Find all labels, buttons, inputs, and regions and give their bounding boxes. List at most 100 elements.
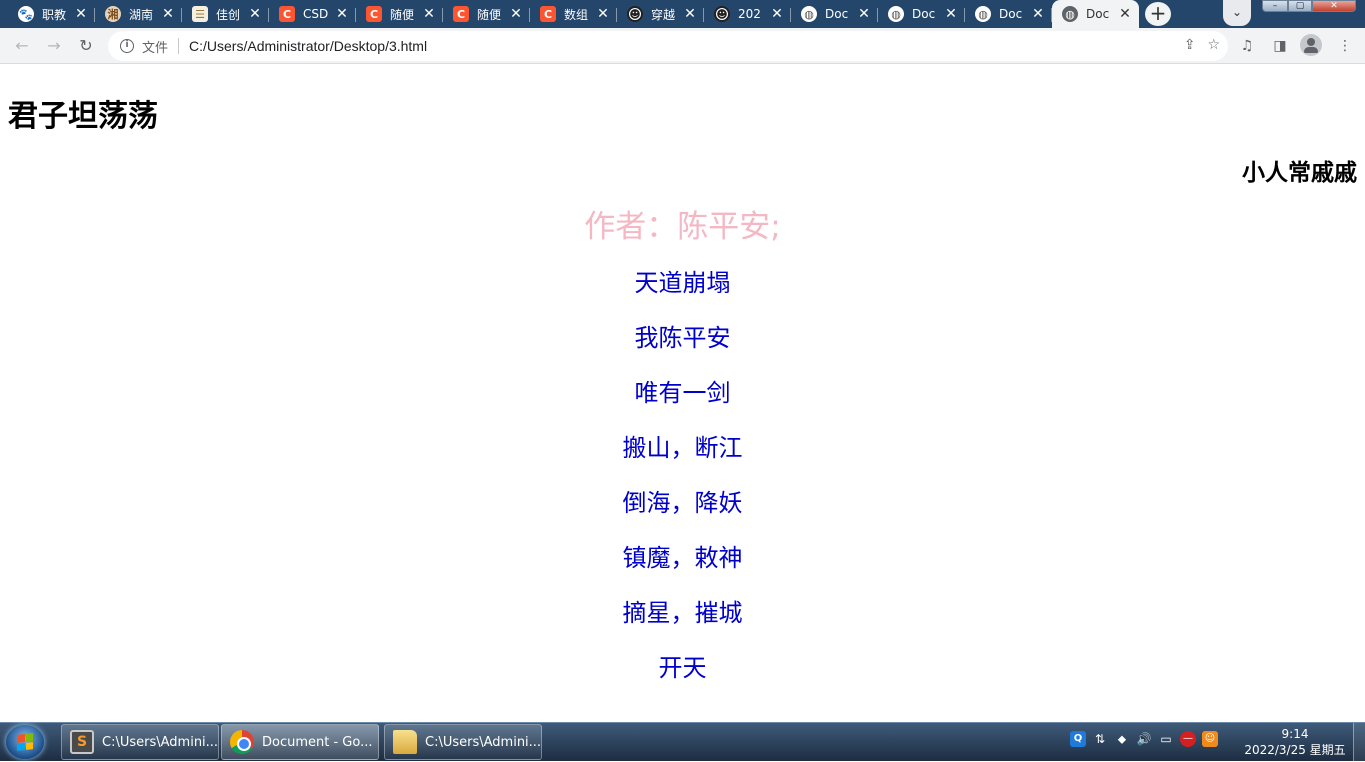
system-tray: Q ⇅ ⬥ 🔊 ▭ — ☺ — [1070, 731, 1218, 747]
tab-close-icon[interactable]: ✕ — [247, 6, 263, 22]
tab-title: 湖南 — [129, 7, 154, 22]
tab-close-icon[interactable]: ✕ — [160, 6, 176, 22]
tab-close-icon[interactable]: ✕ — [595, 6, 611, 22]
tab-title: 职教 — [42, 7, 67, 22]
blocked-tray-icon[interactable]: — — [1180, 731, 1196, 747]
action-center-icon[interactable]: ▭ — [1158, 731, 1174, 747]
taskbar-item-label: C:\Users\Admini... — [102, 734, 218, 750]
share-icon[interactable]: ⇪ — [1184, 37, 1196, 53]
browser-tab-strip: 🐾 职教 ✕ 湘湖南 ✕ ☰ 佳创 ✕ C CSD ✕ C 随便 ✕ C 随便 ✕ C 数组 ✕ ☻ 穿越 ✕ ☻ 202 ✕ ◍ D… — [0, 0, 1365, 28]
poem-line: 搬山，断江 — [622, 434, 743, 462]
tab-search-button[interactable]: ⌄ — [1223, 0, 1251, 26]
maximize-button[interactable]: ▢ — [1288, 0, 1312, 12]
tab-title: Doc — [1086, 7, 1110, 21]
browser-tab[interactable]: ◍ Doc ✕ — [965, 0, 1052, 28]
tab-title: 穿越 — [651, 7, 676, 22]
author-line: 作者：陈平安; — [584, 209, 781, 245]
clock-time: 9:14 — [1281, 727, 1309, 741]
tab-close-icon[interactable]: ✕ — [73, 6, 89, 22]
new-tab-button[interactable]: + — [1145, 2, 1171, 26]
tab-title: 202 — [738, 7, 761, 21]
browser-tab[interactable]: 湘湖南 ✕ — [95, 0, 182, 28]
browser-tab[interactable]: C 随便 ✕ — [356, 0, 443, 28]
clock-date: 2022/3/25 星期五 — [1244, 743, 1346, 757]
tab-close-icon[interactable]: ✕ — [1117, 6, 1133, 22]
media-control-icon[interactable]: ♫ — [1235, 34, 1259, 58]
csdn-icon: C — [279, 6, 295, 22]
profile-avatar-icon[interactable] — [1300, 34, 1322, 56]
tab-close-icon[interactable]: ✕ — [943, 6, 959, 22]
tab-close-icon[interactable]: ✕ — [334, 6, 350, 22]
minimize-button[interactable]: – — [1262, 0, 1288, 12]
address-bar[interactable]: i 文件 C:/Users/Administrator/Desktop/3.ht… — [108, 31, 1228, 61]
browser-tab[interactable]: ◍ Doc ✕ — [878, 0, 965, 28]
browser-tab[interactable]: ◍ Doc ✕ — [791, 0, 878, 28]
back-button[interactable]: ← — [10, 34, 34, 58]
browser-tab[interactable]: C 随便 ✕ — [443, 0, 530, 28]
tab-title: Doc — [999, 7, 1023, 21]
taskbar-item-label: C:\Users\Admini... — [425, 734, 541, 750]
url-text[interactable]: C:/Users/Administrator/Desktop/3.html — [189, 38, 427, 54]
side-panel-icon[interactable]: ◨ — [1268, 34, 1292, 58]
close-window-button[interactable]: ✕ — [1312, 0, 1356, 12]
tab-close-icon[interactable]: ✕ — [421, 6, 437, 22]
baidu-paw-icon: 🐾 — [18, 6, 34, 22]
tab-title: 随便 — [390, 7, 415, 22]
tab-close-icon[interactable]: ✕ — [1030, 6, 1046, 22]
csdn-icon: C — [540, 6, 556, 22]
reload-button[interactable]: ↻ — [74, 34, 98, 58]
heading-left: 君子坦荡荡 — [8, 99, 158, 134]
taskbar-item[interactable]: Document - Go... — [221, 724, 379, 760]
site-info-icon[interactable]: i — [120, 39, 134, 53]
volume-tray-icon[interactable]: 🔊 — [1136, 731, 1152, 747]
qq-tray-icon[interactable]: Q — [1070, 731, 1086, 747]
poem-line: 开天 — [658, 654, 707, 682]
scheme-label: 文件 — [142, 40, 169, 56]
browser-tab[interactable]: ☰ 佳创 ✕ — [182, 0, 269, 28]
heading-right: 小人常戚戚 — [1242, 160, 1357, 186]
window-controls: – ▢ ✕ — [1262, 0, 1356, 12]
taskbar-item[interactable]: S C:\Users\Admini... — [61, 724, 219, 760]
browser-tab[interactable]: 🐾 职教 ✕ — [8, 0, 95, 28]
windows-taskbar: S C:\Users\Admini... Document - Go... C:\Us… — [0, 722, 1365, 762]
tab-title: 随便 — [477, 7, 502, 22]
tab-title: Doc — [912, 7, 936, 21]
browser-tab[interactable]: C 数组 ✕ — [530, 0, 617, 28]
jiachuang-logo-icon: ☰ — [192, 6, 208, 22]
browser-tab[interactable]: C CSD ✕ — [269, 0, 356, 28]
tray-expand-icon[interactable]: ⇅ — [1092, 731, 1108, 747]
start-button[interactable] — [6, 725, 44, 759]
tab-close-icon[interactable]: ✕ — [508, 6, 524, 22]
chrome-icon — [230, 730, 254, 754]
tab-close-icon[interactable]: ✕ — [682, 6, 698, 22]
tab-title: 数组 — [564, 7, 589, 22]
show-desktop-button[interactable] — [1353, 723, 1365, 762]
dark-face-icon: ☻ — [714, 6, 730, 22]
taskbar-item-label: Document - Go... — [262, 734, 373, 750]
app-tray-icon[interactable]: ☺ — [1202, 731, 1218, 747]
globe-icon: ◍ — [801, 6, 817, 22]
dark-face-icon: ☻ — [627, 6, 643, 22]
poem-body: 天道崩塌 我陈平安 唯有一剑 搬山，断江 倒海，降妖 镇魔，敕神 摘星，摧城 开天 — [0, 267, 1365, 707]
bookmark-star-icon[interactable]: ☆ — [1207, 37, 1220, 53]
tab-list: 🐾 职教 ✕ 湘湖南 ✕ ☰ 佳创 ✕ C CSD ✕ C 随便 ✕ C 随便 ✕ C 数组 ✕ ☻ 穿越 ✕ ☻ 202 ✕ ◍ D… — [8, 0, 1139, 28]
menu-kebab-icon[interactable]: ⋮ — [1333, 34, 1357, 58]
hunan-logo-icon: 湘 — [105, 6, 121, 22]
taskbar-item[interactable]: C:\Users\Admini... — [384, 724, 542, 760]
tab-title: 佳创 — [216, 7, 241, 22]
csdn-icon: C — [453, 6, 469, 22]
browser-toolbar: ← → ↻ i 文件 C:/Users/Administrator/Deskto… — [0, 28, 1365, 64]
tab-close-icon[interactable]: ✕ — [856, 6, 872, 22]
browser-tab[interactable]: ☻ 202 ✕ — [704, 0, 791, 28]
browser-tab[interactable]: ◍ Doc ✕ — [1052, 0, 1139, 28]
folder-icon — [393, 730, 417, 754]
tab-close-icon[interactable]: ✕ — [769, 6, 785, 22]
poem-line: 镇魔，敕神 — [622, 544, 743, 572]
forward-button[interactable]: → — [42, 34, 66, 58]
page-viewport: 君子坦荡荡 小人常戚戚 作者：陈平安; 天道崩塌 我陈平安 唯有一剑 搬山，断江 倒海，… — [0, 65, 1365, 722]
browser-tab[interactable]: ☻ 穿越 ✕ — [617, 0, 704, 28]
windows-logo-icon — [17, 733, 33, 751]
network-tray-icon[interactable]: ⬥ — [1114, 731, 1130, 747]
system-clock[interactable]: 9:14 2022/3/25 星期五 — [1240, 726, 1350, 758]
poem-line: 天道崩塌 — [634, 269, 731, 297]
